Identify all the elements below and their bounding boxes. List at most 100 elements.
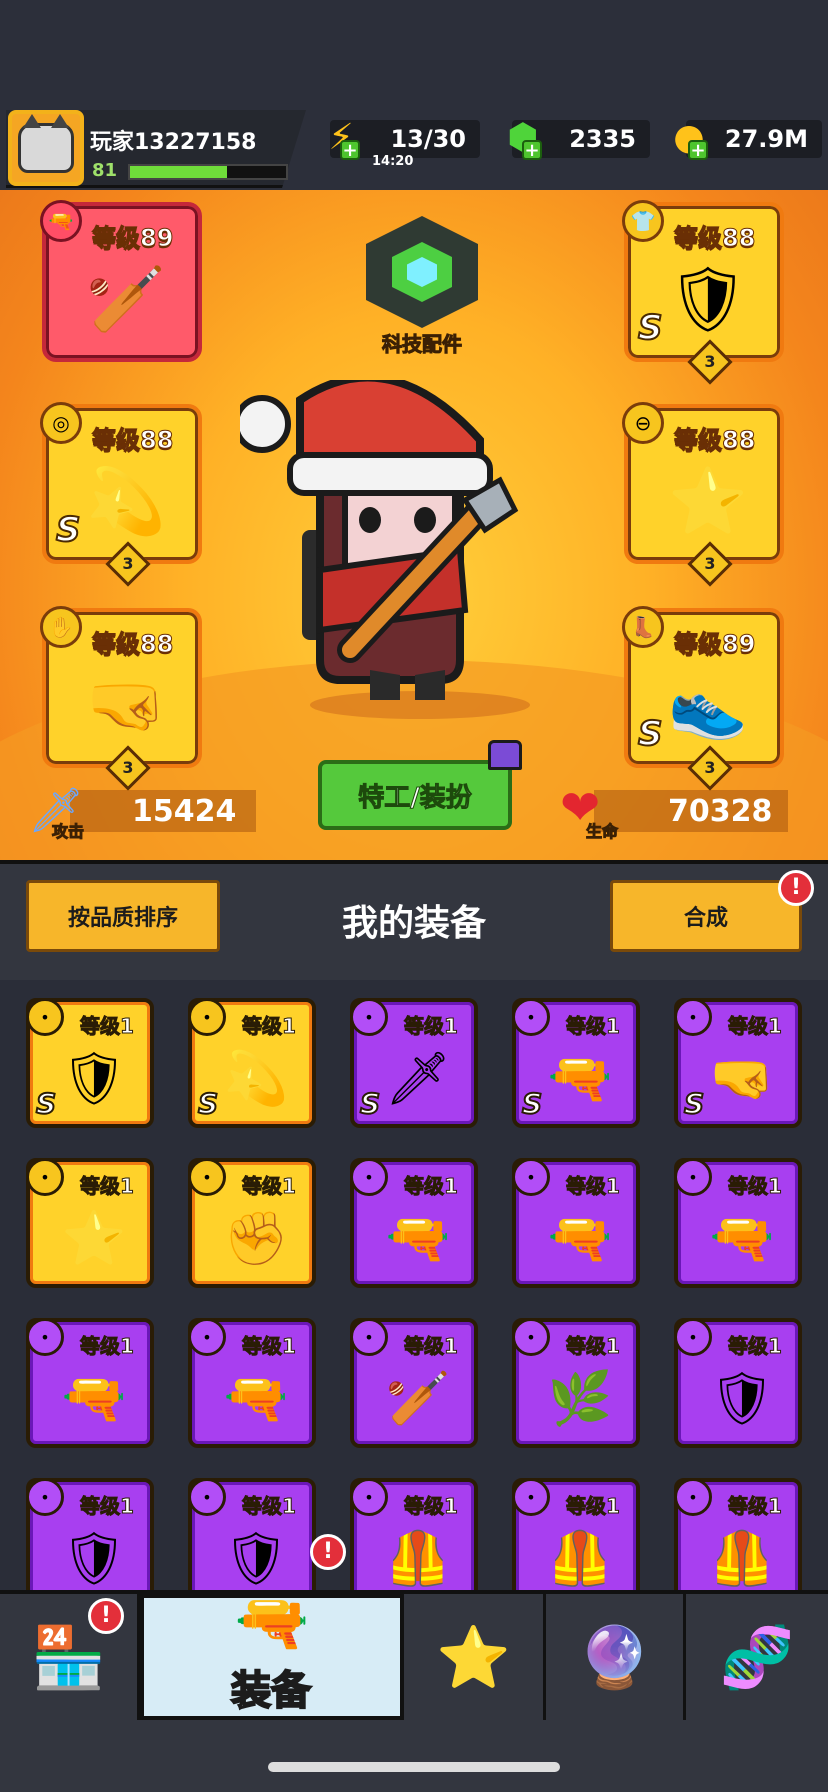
- item-grade: S: [359, 1086, 381, 1121]
- item-level: 等级1: [566, 1174, 621, 1199]
- bat-icon: 🏏: [86, 262, 166, 337]
- item-level: 等级1: [80, 1174, 135, 1199]
- inventory-item[interactable]: • 等级1 🔫: [350, 1158, 478, 1288]
- gem-icon[interactable]: ⬢ +: [500, 114, 546, 160]
- add-gems-icon[interactable]: +: [522, 140, 542, 160]
- inventory-item[interactable]: • 等级1 🦺: [350, 1478, 478, 1590]
- hero-character[interactable]: [240, 380, 600, 720]
- dna-capsule-icon: 🧬: [719, 1622, 795, 1693]
- avatar[interactable]: [8, 110, 84, 186]
- inventory-item[interactable]: • 等级1 🌿: [512, 1318, 640, 1448]
- inventory-item[interactable]: • 等级1 🔫: [188, 1318, 316, 1448]
- slot-level: 等级88: [91, 630, 174, 659]
- item-level: 等级1: [404, 1014, 459, 1039]
- slot-type-icon: •: [350, 1318, 388, 1356]
- slot-glove[interactable]: ✋ 等级88 🤜 3: [40, 606, 202, 791]
- slot-level: 等级89: [91, 224, 174, 253]
- xp-bar: [128, 164, 288, 180]
- slot-type-icon: •: [26, 1158, 64, 1196]
- star-necklace-icon: 💫: [86, 464, 166, 539]
- slot-type-icon: •: [512, 998, 550, 1036]
- slot-type-icon: •: [512, 1158, 550, 1196]
- item-level: 等级1: [728, 1014, 783, 1039]
- sneaker-icon: 👟: [668, 668, 748, 743]
- coin-icon[interactable]: ● +: [666, 114, 712, 160]
- star-crossed-swords-icon: ⭐: [436, 1622, 511, 1693]
- armor-icon: 🛡: [667, 262, 749, 337]
- slot-grade: S: [55, 509, 81, 551]
- star-ball-icon: 🔮: [577, 1622, 652, 1693]
- cat-avatar-icon: [18, 114, 74, 173]
- slot-boots[interactable]: 👢 等级89 👟 S 3: [622, 606, 784, 791]
- nav-equipment-label: 装备: [230, 1667, 312, 1715]
- inventory-item[interactable]: • 等级1 ⭐: [26, 1158, 154, 1288]
- shotgun-icon: 🔫: [223, 1368, 289, 1429]
- top-hat-icon: [488, 740, 522, 770]
- inventory-grid: • 等级1 🛡 S • 等级1 💫 S • 等级1 🗡 S • 等级1 🔫 S • 等级1 🤜 S • 等级1 ⭐ • 等级1 ✊…: [0, 980, 828, 1590]
- inventory-item[interactable]: • 等级1 🔫: [512, 1158, 640, 1288]
- slot-belt[interactable]: ⊖ 等级88 ⭐ 3: [622, 402, 784, 587]
- necklace-icon: 💫: [223, 1048, 289, 1109]
- merge-button[interactable]: 合成: [610, 880, 802, 952]
- slot-type-icon: •: [512, 1318, 550, 1356]
- inventory-item[interactable]: • 等级1 🔫 S: [512, 998, 640, 1128]
- revolver-icon: 🔫: [709, 1208, 775, 1269]
- add-coins-icon[interactable]: +: [688, 140, 708, 160]
- gun-icon: 🔫: [40, 200, 82, 242]
- inventory-item[interactable]: • 等级1 💫 S: [188, 998, 316, 1128]
- armor-icon: 🛡: [708, 1368, 775, 1429]
- revolver-icon: 🔫: [385, 1208, 451, 1269]
- inventory-item[interactable]: • 等级1 🦺: [674, 1478, 802, 1590]
- vest-icon: 🦺: [385, 1528, 451, 1589]
- slot-type-icon: •: [674, 998, 712, 1036]
- inventory-item[interactable]: • 等级1 🛡: [188, 1478, 316, 1590]
- nav-evolution[interactable]: 🧬: [686, 1594, 828, 1720]
- inventory-item[interactable]: • 等级1 🛡 S: [26, 998, 154, 1128]
- life-label: 生命: [585, 822, 619, 842]
- item-level: 等级1: [566, 1494, 621, 1519]
- agent-outfit-button[interactable]: 特工/装扮: [318, 760, 512, 830]
- slot-armor[interactable]: 👕 等级88 🛡 S 3: [622, 200, 784, 385]
- inventory-item[interactable]: • 等级1 🤜 S: [674, 998, 802, 1128]
- glove-icon: ✋: [40, 606, 82, 648]
- inventory-item[interactable]: • 等级1 🔫: [674, 1158, 802, 1288]
- item-grade: S: [521, 1086, 543, 1121]
- gauntlet-icon: 🤜: [709, 1048, 775, 1109]
- life-value: 70328: [668, 793, 773, 829]
- item-level: 等级1: [728, 1174, 783, 1199]
- revolver-icon: 🔫: [234, 1587, 310, 1658]
- item-level: 等级1: [242, 1174, 297, 1199]
- nav-battle[interactable]: ⭐: [404, 1594, 546, 1720]
- slot-type-icon: •: [26, 1318, 64, 1356]
- inventory-item[interactable]: • 等级1 🔫: [26, 1318, 154, 1448]
- leaf-armor-icon: 🌿: [547, 1368, 613, 1429]
- hexagon-icon: [392, 242, 452, 302]
- item-grade: S: [35, 1086, 57, 1121]
- slot-type-icon: •: [188, 1158, 226, 1196]
- shotgun-icon: 🔫: [61, 1368, 127, 1429]
- inventory-item[interactable]: • 等级1 ✊: [188, 1158, 316, 1288]
- inventory-item[interactable]: • 等级1 🛡: [674, 1318, 802, 1448]
- item-level: 等级1: [728, 1494, 783, 1519]
- nav-talent[interactable]: 🔮: [546, 1594, 686, 1720]
- gauntlet-icon: 🤜: [86, 668, 166, 743]
- inventory-item[interactable]: • 等级1 🏏: [350, 1318, 478, 1448]
- inventory-item[interactable]: • 等级1 🦺: [512, 1478, 640, 1590]
- xp-bar-fill: [130, 166, 227, 178]
- slot-type-icon: •: [350, 1478, 388, 1516]
- item-grade: S: [683, 1086, 705, 1121]
- home-indicator[interactable]: [268, 1762, 560, 1772]
- inventory-item[interactable]: • 等级1 🛡: [26, 1478, 154, 1590]
- lightning-icon[interactable]: ⚡ +: [318, 114, 364, 160]
- shop-alert-badge: !: [88, 1598, 124, 1634]
- add-energy-icon[interactable]: +: [340, 140, 360, 160]
- slot-necklace[interactable]: ◎ 等级88 💫 S 3: [40, 402, 202, 587]
- energy-timer: 14:20: [372, 154, 414, 169]
- vest-icon: 🦺: [547, 1528, 613, 1589]
- slot-type-icon: •: [674, 1478, 712, 1516]
- bat-icon: 🏏: [385, 1368, 451, 1429]
- slot-weapon[interactable]: 🔫 等级89 🏏: [40, 200, 202, 362]
- inventory-item[interactable]: • 等级1 🗡 S: [350, 998, 478, 1128]
- equip-alert-badge: !: [310, 1534, 346, 1570]
- shirt-icon: 👕: [622, 200, 664, 242]
